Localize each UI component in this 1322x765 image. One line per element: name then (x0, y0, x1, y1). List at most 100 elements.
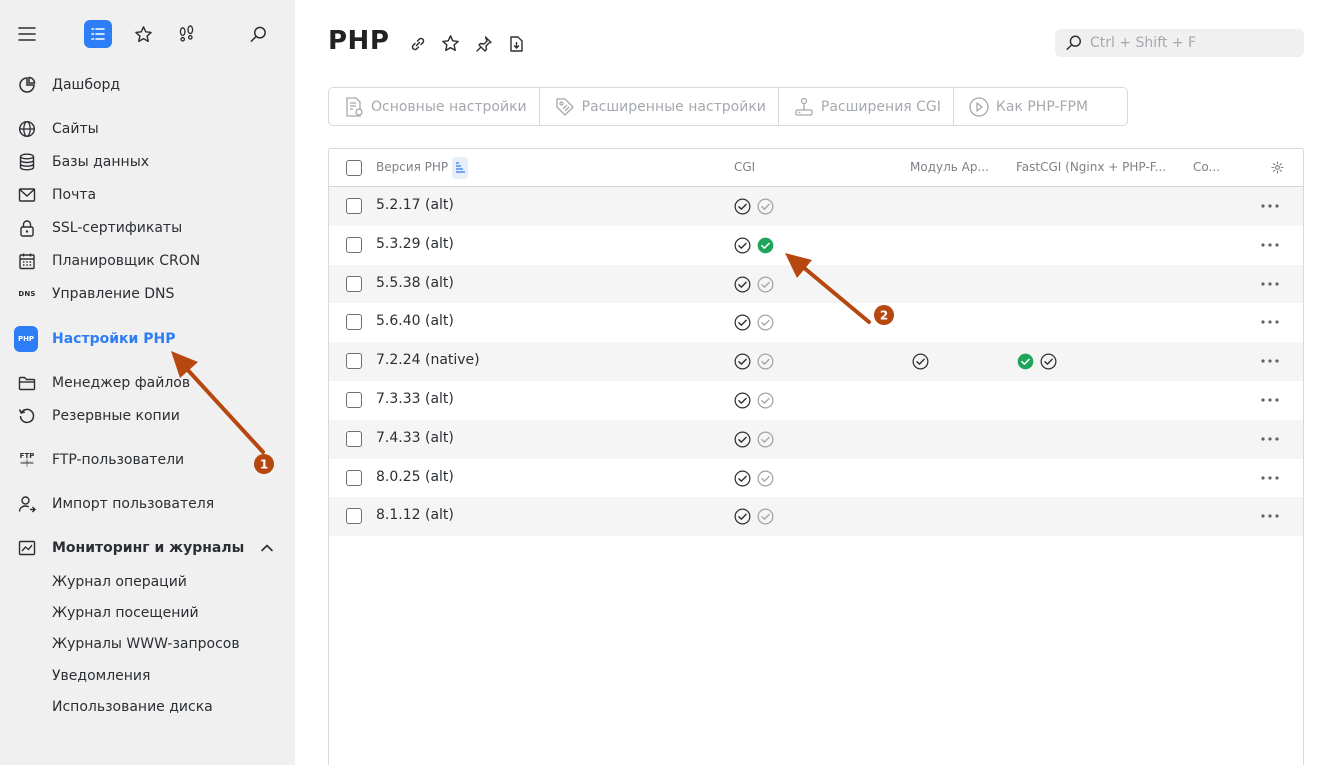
sidebar-item-cron[interactable]: Планировщик CRON (0, 247, 295, 275)
more-actions-icon[interactable] (1259, 238, 1281, 252)
table-row[interactable]: 7.4.33 (alt) (329, 419, 1303, 459)
check-disabled-icon (757, 353, 774, 370)
row-checkbox[interactable] (346, 353, 362, 370)
advanced-settings-button[interactable]: Расширенные настройки (540, 88, 779, 125)
table-row[interactable]: 5.2.17 (alt) (329, 187, 1303, 226)
toolbar-label: Как PHP-FPM (995, 98, 1089, 115)
check-icon (734, 237, 751, 254)
column-header-cgi[interactable]: CGI (734, 160, 755, 174)
menu-icon (18, 27, 36, 41)
table-row[interactable]: 8.0.25 (alt) (329, 459, 1303, 498)
column-header-apache[interactable]: Модуль Ap... (910, 160, 989, 174)
sidebar-item-dashboard[interactable]: Дашборд (0, 71, 295, 99)
sidebar-item-label: Почта (52, 187, 97, 203)
more-actions-icon[interactable] (1259, 199, 1281, 213)
php-version-cell: 8.1.12 (alt) (376, 507, 454, 524)
row-checkbox[interactable] (346, 469, 362, 486)
check-disabled-icon (757, 198, 774, 215)
list-view-button[interactable] (78, 14, 118, 54)
basic-settings-button[interactable]: Основные настройки (329, 88, 540, 125)
php-version-cell: 7.2.24 (native) (376, 352, 480, 369)
table-row[interactable]: 5.3.29 (alt) (329, 226, 1303, 265)
ftp-icon: FTP ═╪═ (19, 452, 35, 467)
sidebar-item-file-manager[interactable]: Менеджер файлов (0, 369, 295, 397)
row-checkbox[interactable] (346, 314, 362, 331)
sidebar-subitem-disk-usage[interactable]: Использование диска (52, 697, 213, 717)
php-version-cell: 5.2.17 (alt) (376, 197, 454, 213)
sidebar-subitem-visits-log[interactable]: Журнал посещений (52, 603, 199, 623)
table-row[interactable]: 8.1.12 (alt) (329, 497, 1303, 537)
table-row[interactable]: 5.6.40 (alt) (329, 303, 1303, 342)
table-row[interactable]: 7.3.33 (alt) (329, 381, 1303, 420)
link-icon[interactable] (406, 32, 429, 55)
check-icon (734, 314, 751, 331)
sidebar-subitem-notifications[interactable]: Уведомления (52, 666, 150, 686)
sidebar-item-ftp[interactable]: FTP ═╪═ FTP-пользователи (0, 446, 295, 474)
check-icon (912, 353, 929, 370)
php-version-cell: 8.0.25 (alt) (376, 468, 454, 485)
check-icon (734, 431, 751, 448)
sidebar-item-mail[interactable]: Почта (0, 181, 295, 209)
sidebar-subitem-www-logs[interactable]: Журналы WWW-запросов (52, 634, 240, 654)
row-checkbox[interactable] (346, 430, 362, 447)
star-icon[interactable] (439, 32, 462, 55)
user-import-icon (16, 493, 38, 515)
sort-icon[interactable] (452, 157, 468, 179)
sidebar-subitem-operations-log[interactable]: Журнал операций (52, 572, 187, 592)
column-header-version[interactable]: Версия PHP (376, 160, 448, 174)
sidebar-item-label: Мониторинг и журналы (52, 540, 245, 556)
more-actions-icon[interactable] (1259, 354, 1281, 368)
php-versions-table: Версия PHP CGI Модуль Ap... FastCGI (Ngi… (328, 148, 1304, 765)
footprints-icon (179, 24, 193, 42)
row-checkbox[interactable] (346, 508, 362, 525)
sidebar-search-button[interactable] (238, 14, 278, 54)
check-disabled-icon (757, 392, 774, 409)
more-actions-icon[interactable] (1259, 277, 1281, 291)
column-header-fastcgi[interactable]: FastCGI (Nginx + PHP-F... (1016, 160, 1166, 174)
row-checkbox[interactable] (346, 392, 362, 408)
star-icon (134, 25, 152, 42)
sidebar: Дашборд Сайты Базы данных Почта SSL-серт… (0, 0, 295, 765)
more-actions-icon[interactable] (1259, 432, 1281, 446)
more-actions-icon[interactable] (1259, 315, 1281, 329)
sidebar-item-dns[interactable]: DNS Управление DNS (0, 280, 295, 308)
pin-icon[interactable] (472, 32, 495, 55)
toolbar-label: Расширения CGI (820, 98, 941, 115)
row-checkbox[interactable] (346, 198, 362, 214)
sidebar-item-monitoring[interactable]: Мониторинг и журналы (0, 534, 295, 562)
more-actions-icon[interactable] (1259, 393, 1281, 407)
more-actions-icon[interactable] (1259, 471, 1281, 485)
check-icon (1040, 353, 1057, 370)
as-php-fpm-button[interactable]: Как PHP-FPM (954, 88, 1100, 125)
table-row[interactable]: 5.5.38 (alt) (329, 264, 1303, 304)
favorites-button[interactable] (123, 14, 163, 54)
list-icon (84, 20, 112, 48)
sidebar-item-php[interactable]: PHP Настройки PHP (0, 325, 295, 353)
sidebar-item-user-import[interactable]: Импорт пользователя (0, 490, 295, 518)
cgi-extensions-button[interactable]: Расширения CGI (779, 88, 954, 125)
document-icon[interactable] (505, 32, 528, 55)
sidebar-item-ssl[interactable]: SSL-сертификаты (0, 214, 295, 242)
row-checkbox[interactable] (346, 275, 362, 292)
menu-button[interactable] (7, 14, 47, 54)
search-input[interactable] (1090, 35, 1290, 51)
chevron-up-icon[interactable] (259, 540, 275, 556)
history-button[interactable] (166, 14, 206, 54)
check-disabled-icon (757, 470, 774, 487)
sidebar-item-label: Сайты (52, 121, 99, 137)
more-actions-icon[interactable] (1259, 509, 1281, 523)
database-icon (16, 151, 38, 173)
gear-icon[interactable] (1271, 161, 1284, 174)
global-search (1055, 29, 1304, 57)
settings-doc-icon (343, 96, 365, 118)
backup-icon (16, 405, 38, 427)
table-row[interactable]: 7.2.24 (native) (329, 342, 1303, 381)
column-header-co[interactable]: Co... (1193, 160, 1220, 174)
sidebar-item-backups[interactable]: Резервные копии (0, 402, 295, 430)
sidebar-item-sites[interactable]: Сайты (0, 115, 295, 143)
title-actions (406, 32, 528, 55)
sidebar-item-databases[interactable]: Базы данных (0, 148, 295, 176)
mail-icon (16, 184, 38, 206)
row-checkbox[interactable] (346, 236, 362, 253)
select-all-checkbox[interactable] (346, 160, 362, 176)
